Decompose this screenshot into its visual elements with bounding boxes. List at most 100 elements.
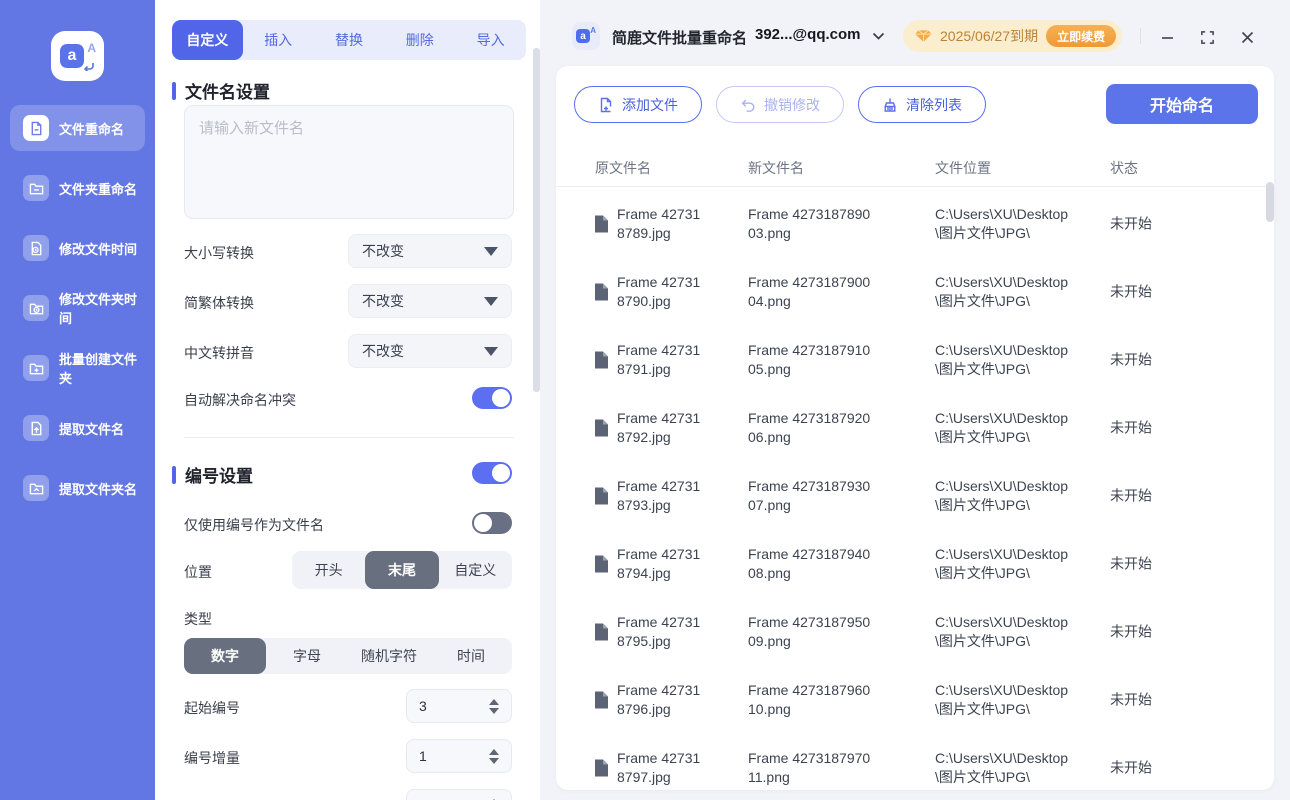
table-row[interactable]: Frame 427318796.jpg Frame 427318796010.p… bbox=[556, 666, 1274, 734]
spin-down-icon bbox=[489, 758, 499, 764]
table-scrollbar-thumb[interactable] bbox=[1266, 182, 1274, 222]
status-text: 未开始 bbox=[1110, 623, 1152, 642]
old-filename: Frame 427318794.jpg bbox=[617, 545, 703, 583]
file-time-icon bbox=[23, 235, 49, 261]
settings-scrollbar-thumb[interactable] bbox=[533, 48, 540, 392]
add-files-button[interactable]: 添加文件 bbox=[574, 86, 702, 123]
file-location: C:\Users\XU\Desktop\图片文件\JPG\ bbox=[935, 273, 1071, 311]
file-location: C:\Users\XU\Desktop\图片文件\JPG\ bbox=[935, 477, 1071, 515]
pinyin-convert-select[interactable]: 不改变 bbox=[348, 334, 512, 368]
app-logo: a A bbox=[51, 31, 104, 81]
sidebar-item-extract-foldernames[interactable]: 提取文件夹名 bbox=[10, 465, 145, 511]
partial-number-input[interactable] bbox=[406, 789, 512, 800]
start-rename-button[interactable]: 开始命名 bbox=[1106, 84, 1258, 124]
sidebar-item-label: 提取文件名 bbox=[59, 419, 124, 438]
table-row[interactable]: Frame 427318791.jpg Frame 427318791005.p… bbox=[556, 326, 1274, 394]
new-filename: Frame 427318793007.png bbox=[748, 477, 873, 515]
position-segment[interactable]: 自定义 bbox=[439, 551, 512, 589]
new-filename: Frame 427318792006.png bbox=[748, 409, 873, 447]
start-number-label: 起始编号 bbox=[184, 698, 240, 718]
type-segment[interactable]: 随机字符 bbox=[348, 638, 430, 674]
settings-tab[interactable]: 替换 bbox=[314, 20, 385, 60]
table-row[interactable]: Frame 427318792.jpg Frame 427318792006.p… bbox=[556, 394, 1274, 462]
chevron-down-icon[interactable] bbox=[872, 32, 885, 41]
case-convert-select[interactable]: 不改变 bbox=[348, 234, 512, 268]
folder-export-icon bbox=[23, 475, 49, 501]
gem-icon bbox=[915, 29, 932, 43]
logo-A-glyph: A bbox=[590, 26, 596, 35]
status-text: 未开始 bbox=[1110, 487, 1152, 506]
sidebar-item-file-rename[interactable]: 文件重命名 bbox=[10, 105, 145, 151]
new-filename-input[interactable] bbox=[184, 105, 514, 219]
spinner-control[interactable] bbox=[489, 699, 499, 714]
type-segment[interactable]: 数字 bbox=[184, 638, 266, 674]
maximize-button[interactable] bbox=[1194, 24, 1220, 50]
table-row[interactable]: Frame 427318790.jpg Frame 427318790004.p… bbox=[556, 258, 1274, 326]
add-file-icon bbox=[598, 97, 614, 113]
settings-panel: 自定义插入替换删除导入 文件名设置 大小写转换 不改变 简繁体转换 不改变 中文… bbox=[155, 0, 540, 800]
minimize-icon bbox=[1160, 30, 1175, 45]
button-label: 撤销修改 bbox=[764, 95, 820, 115]
close-button[interactable] bbox=[1234, 24, 1260, 50]
new-filename: Frame 427318791005.png bbox=[748, 341, 873, 379]
caret-down-icon bbox=[484, 347, 498, 356]
app-mini-logo: a A bbox=[572, 22, 600, 50]
only-number-toggle[interactable] bbox=[472, 512, 512, 534]
type-segment[interactable]: 字母 bbox=[266, 638, 348, 674]
table-row[interactable]: Frame 427318789.jpg Frame 427318789003.p… bbox=[556, 190, 1274, 258]
column-header: 原文件名 bbox=[595, 150, 651, 187]
column-header: 文件位置 bbox=[935, 150, 991, 187]
sidebar-item-extract-filenames[interactable]: 提取文件名 bbox=[10, 405, 145, 451]
folder-time-icon bbox=[23, 295, 49, 321]
numbering-section-title: 编号设置 bbox=[172, 462, 253, 487]
undo-icon bbox=[740, 97, 756, 113]
status-text: 未开始 bbox=[1110, 283, 1152, 302]
old-filename: Frame 427318791.jpg bbox=[617, 341, 703, 379]
file-icon bbox=[594, 352, 608, 369]
file-icon bbox=[594, 624, 608, 641]
table-row[interactable]: Frame 427318797.jpg Frame 427318797011.p… bbox=[556, 734, 1274, 790]
sidebar-item-folder-time[interactable]: 修改文件夹时间 bbox=[10, 285, 145, 331]
file-location: C:\Users\XU\Desktop\图片文件\JPG\ bbox=[935, 613, 1071, 651]
caret-down-icon bbox=[484, 297, 498, 306]
sidebar-item-create-folders[interactable]: 批量创建文件夹 bbox=[10, 345, 145, 391]
numbering-toggle[interactable] bbox=[472, 462, 512, 484]
table-row[interactable]: Frame 427318795.jpg Frame 427318795009.p… bbox=[556, 598, 1274, 666]
file-icon bbox=[594, 760, 608, 777]
table-row[interactable]: Frame 427318793.jpg Frame 427318793007.p… bbox=[556, 462, 1274, 530]
sidebar-item-folder-rename[interactable]: 文件夹重命名 bbox=[10, 165, 145, 211]
type-segmented-control: 数字字母随机字符时间 bbox=[184, 638, 512, 674]
spin-down-icon bbox=[489, 708, 499, 714]
table-header: 原文件名新文件名文件位置状态 bbox=[556, 150, 1274, 187]
old-filename: Frame 427318795.jpg bbox=[617, 613, 703, 651]
account-dropdown[interactable]: 392...@qq.com bbox=[755, 26, 861, 43]
sidebar-item-file-time[interactable]: 修改文件时间 bbox=[10, 225, 145, 271]
select-value: 不改变 bbox=[362, 241, 404, 261]
sidebar-item-label: 文件重命名 bbox=[59, 119, 124, 138]
input-value: 1 bbox=[419, 748, 427, 764]
minimize-button[interactable] bbox=[1154, 24, 1180, 50]
old-filename: Frame 427318792.jpg bbox=[617, 409, 703, 447]
file-list-card: 添加文件 撤销修改 清除列表 开始命名 原文件名新文件名文件位置状态 Frame… bbox=[556, 66, 1274, 790]
column-header: 新文件名 bbox=[748, 150, 804, 187]
conflict-toggle[interactable] bbox=[472, 387, 512, 409]
settings-tab[interactable]: 删除 bbox=[384, 20, 455, 60]
spinner-control[interactable] bbox=[489, 749, 499, 764]
increment-input[interactable]: 1 bbox=[406, 739, 512, 773]
old-filename: Frame 427318793.jpg bbox=[617, 477, 703, 515]
simplified-traditional-select[interactable]: 不改变 bbox=[348, 284, 512, 318]
table-row[interactable]: Frame 427318794.jpg Frame 427318794008.p… bbox=[556, 530, 1274, 598]
undo-button[interactable]: 撤销修改 bbox=[716, 86, 844, 123]
settings-tab[interactable]: 自定义 bbox=[172, 20, 243, 60]
status-text: 未开始 bbox=[1110, 555, 1152, 574]
settings-tab[interactable]: 导入 bbox=[455, 20, 526, 60]
clear-list-button[interactable]: 清除列表 bbox=[858, 86, 986, 123]
type-segment[interactable]: 时间 bbox=[430, 638, 512, 674]
renew-button[interactable]: 立即续费 bbox=[1046, 25, 1116, 47]
position-segment[interactable]: 末尾 bbox=[365, 551, 438, 589]
status-text: 未开始 bbox=[1110, 759, 1152, 778]
position-segment[interactable]: 开头 bbox=[292, 551, 365, 589]
settings-tab[interactable]: 插入 bbox=[243, 20, 314, 60]
start-number-input[interactable]: 3 bbox=[406, 689, 512, 723]
position-label: 位置 bbox=[184, 562, 212, 582]
